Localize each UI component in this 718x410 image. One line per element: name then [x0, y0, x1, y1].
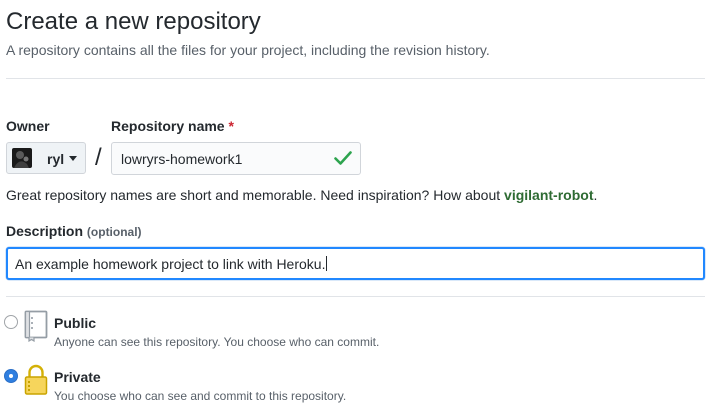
- required-mark: *: [228, 118, 234, 134]
- description-label: Description (optional): [6, 222, 142, 241]
- name-suggestion-link[interactable]: vigilant-robot: [504, 187, 593, 203]
- description-label-text: Description: [6, 223, 84, 239]
- owner-name: ryl: [47, 151, 65, 167]
- repo-book-icon: [24, 310, 48, 342]
- page-title: Create a new repository: [6, 8, 261, 35]
- page-subtitle: A repository contains all the files for …: [6, 42, 490, 58]
- repo-name-label-text: Repository name: [111, 118, 225, 134]
- private-radio[interactable]: [4, 369, 18, 383]
- description-value: An example homework project to link with…: [15, 256, 328, 272]
- repo-name-hint: Great repository names are short and mem…: [6, 186, 597, 204]
- text-caret: [326, 256, 328, 271]
- private-option-title[interactable]: Private: [54, 368, 101, 386]
- private-option-desc: You choose who can see and commit to thi…: [54, 389, 347, 403]
- hint-text: Great repository names are short and mem…: [6, 187, 505, 203]
- owner-avatar: [12, 148, 32, 168]
- visibility-divider: [6, 296, 705, 297]
- optional-note: (optional): [86, 225, 142, 239]
- lock-icon: [24, 364, 48, 395]
- description-text: An example homework project to link with…: [15, 256, 326, 272]
- header-divider: [6, 78, 705, 79]
- description-input[interactable]: An example homework project to link with…: [6, 247, 705, 280]
- repo-name-label: Repository name *: [111, 117, 234, 135]
- public-option-title[interactable]: Public: [54, 314, 96, 332]
- public-option-desc: Anyone can see this repository. You choo…: [54, 335, 380, 349]
- public-radio[interactable]: [4, 315, 18, 329]
- owner-select[interactable]: ryl: [6, 142, 86, 174]
- repo-name-input[interactable]: lowryrs-homework1: [111, 142, 361, 175]
- check-icon: [334, 151, 352, 165]
- owner-repo-separator: /: [95, 144, 102, 171]
- repo-name-value: lowryrs-homework1: [121, 151, 243, 167]
- hint-end: .: [593, 187, 598, 203]
- chevron-down-icon: [69, 156, 77, 161]
- owner-label: Owner: [6, 118, 50, 134]
